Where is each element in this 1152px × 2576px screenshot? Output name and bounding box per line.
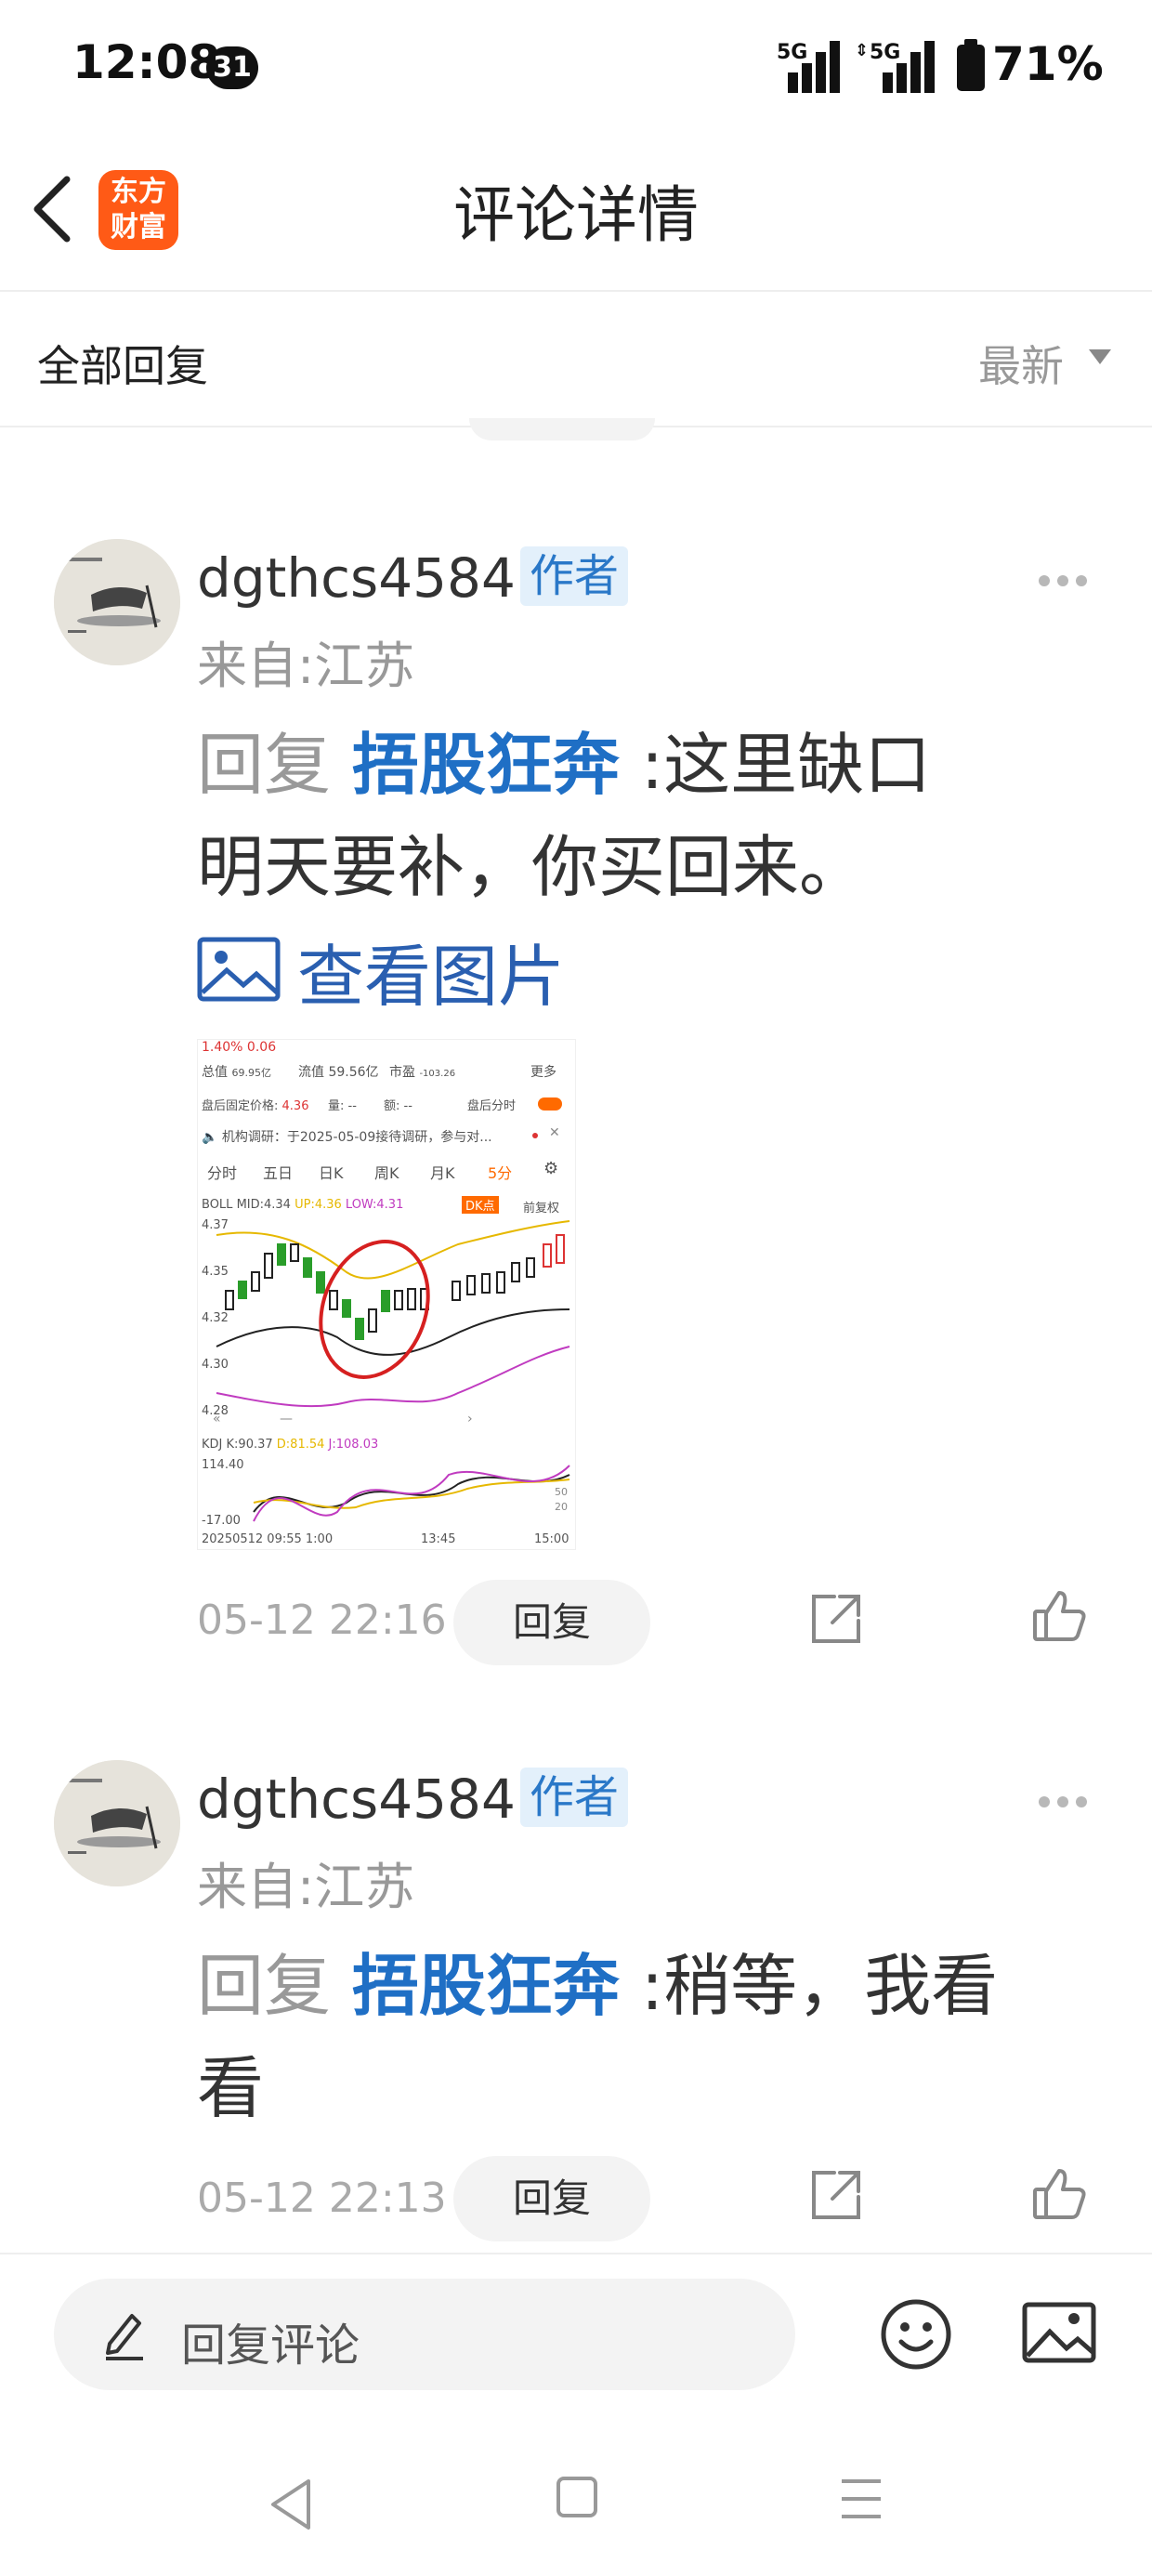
- mention-link[interactable]: 捂股狂奔: [352, 726, 620, 804]
- author-badge: 作者: [520, 546, 629, 606]
- collapsed-handle[interactable]: [469, 418, 655, 440]
- reply-button[interactable]: 回复: [453, 2156, 650, 2241]
- battery-icon: [957, 45, 985, 91]
- pencil-icon: [106, 2314, 143, 2360]
- sort-dropdown[interactable]: 最新: [978, 333, 1064, 394]
- emoji-icon[interactable]: [879, 2297, 953, 2372]
- comment-body: 回复 捂股狂奔 :这里缺口 明天要补，你买回来。: [197, 726, 932, 906]
- image-picker-icon[interactable]: [1022, 2302, 1096, 2363]
- header-divider: [0, 290, 1152, 292]
- like-icon[interactable]: [1031, 1587, 1089, 1645]
- reply-button[interactable]: 回复: [453, 1580, 650, 1665]
- status-time: 12:08: [72, 35, 221, 89]
- reply-input-placeholder[interactable]: 回复评论: [181, 2308, 360, 2373]
- caret-down-icon[interactable]: [1089, 349, 1111, 364]
- nav-recents-icon[interactable]: [838, 2476, 884, 2522]
- avatar[interactable]: [54, 1760, 180, 1886]
- stock-chart-thumbnail[interactable]: 1.40% 0.06 总值 69.95亿 流值 59.56亿 市盈 -103.2…: [197, 1039, 576, 1550]
- location: 来自:江苏: [197, 1858, 415, 1916]
- page-title: 评论详情: [453, 179, 699, 251]
- comment-body: 回复 捂股狂奔 :稍等，我看 看: [197, 1947, 999, 2127]
- image-icon[interactable]: [197, 937, 281, 1002]
- like-icon[interactable]: [1031, 2165, 1089, 2223]
- username[interactable]: dgthcs4584: [197, 1768, 516, 1831]
- avatar[interactable]: [54, 539, 180, 665]
- view-image-link[interactable]: 查看图片: [297, 922, 565, 1019]
- nav-home-icon[interactable]: [556, 2476, 598, 2518]
- battery-percent: 71%: [992, 37, 1104, 91]
- bottom-divider: [0, 2253, 1152, 2254]
- timestamp: 05-12 22:16: [197, 1597, 447, 1644]
- signal-icon-1: 5G: [777, 41, 840, 93]
- author-badge: 作者: [520, 1768, 629, 1827]
- all-replies-label: 全部回复: [37, 341, 208, 391]
- signal-icon-2: ⇕ 5G: [855, 41, 938, 93]
- reply-input[interactable]: [54, 2279, 795, 2390]
- more-options-icon[interactable]: [1039, 572, 1094, 587]
- notification-count-badge: 31: [206, 46, 258, 89]
- share-icon[interactable]: [806, 1591, 864, 1649]
- nav-back-icon[interactable]: [264, 2476, 320, 2533]
- reply-prefix: 回复: [197, 1947, 332, 2025]
- username[interactable]: dgthcs4584: [197, 546, 516, 610]
- more-options-icon[interactable]: [1039, 1794, 1094, 1808]
- location: 来自:江苏: [197, 637, 415, 695]
- reply-prefix: 回复: [197, 726, 332, 804]
- share-icon[interactable]: [806, 2167, 864, 2225]
- timestamp: 05-12 22:13: [197, 2175, 447, 2222]
- mention-link[interactable]: 捂股狂奔: [352, 1947, 620, 2025]
